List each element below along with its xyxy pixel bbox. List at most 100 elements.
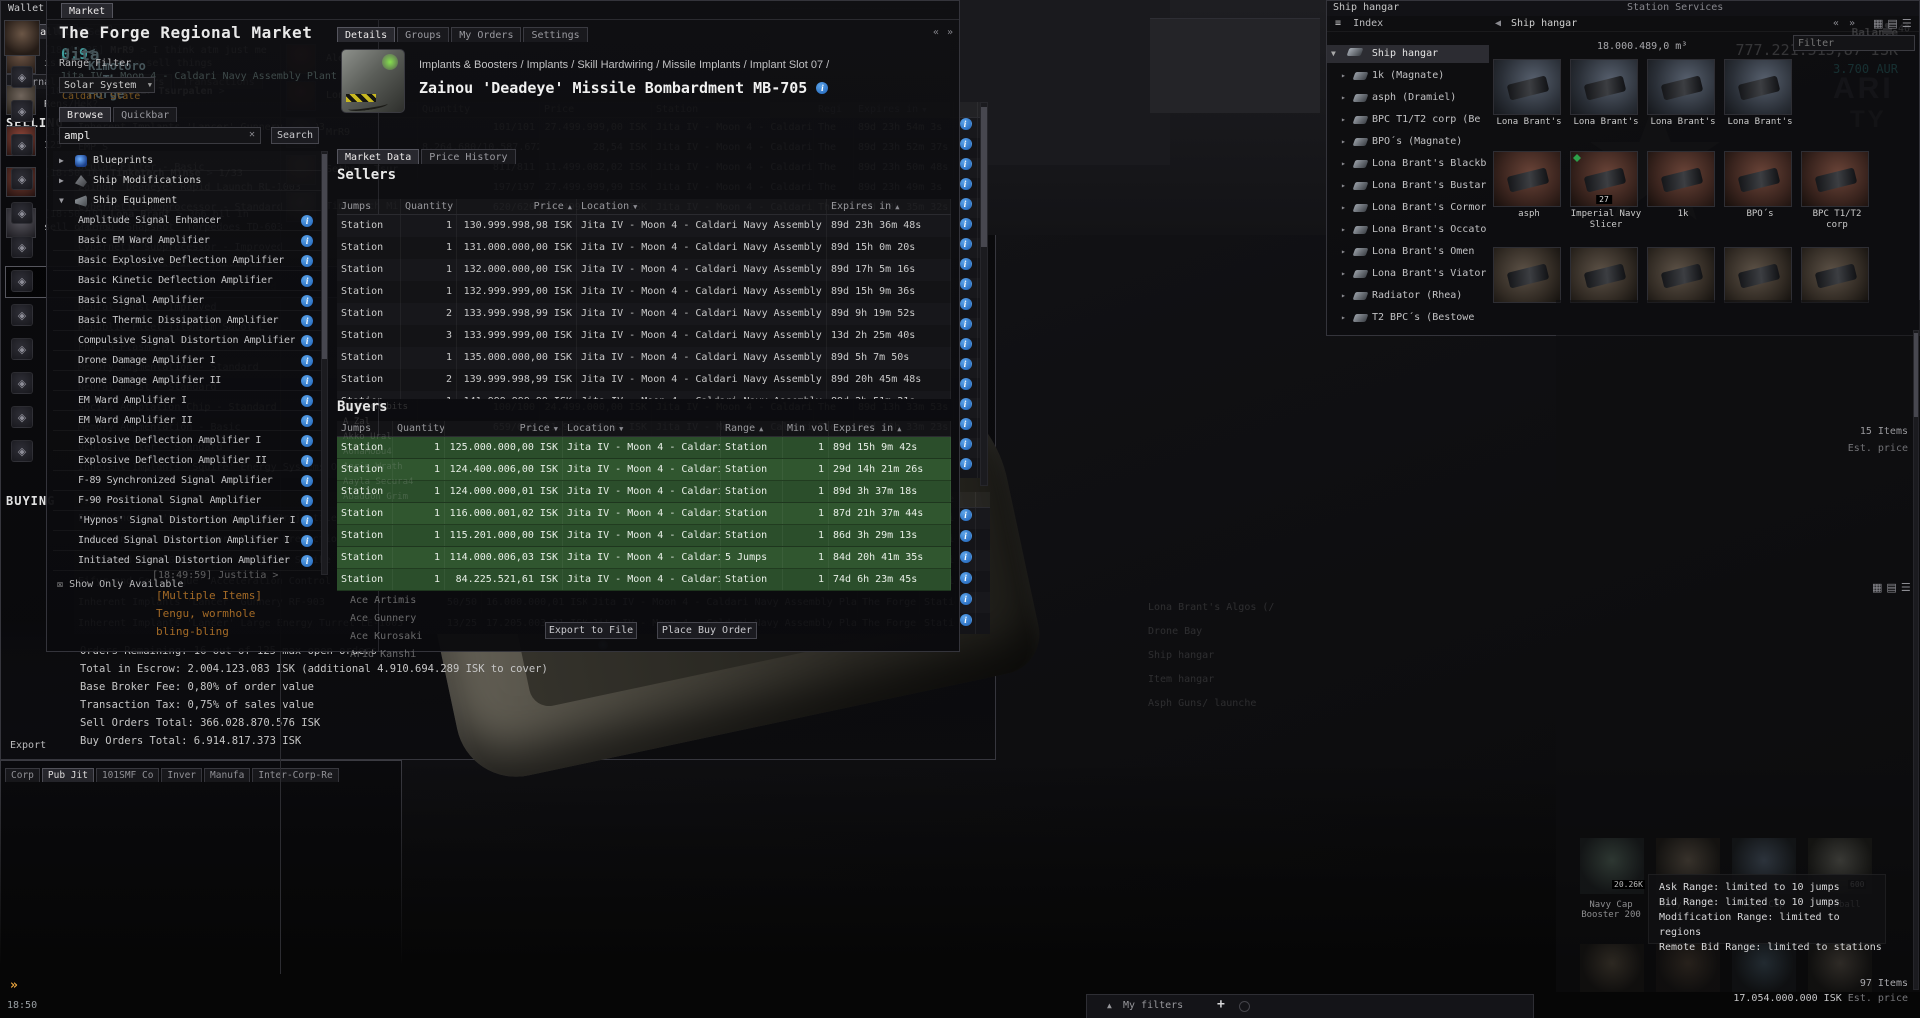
info-icon[interactable]: i <box>959 358 972 370</box>
tree-arrow-icon[interactable]: ▶ <box>59 151 64 171</box>
ship-thumbnail[interactable] <box>1570 247 1638 303</box>
info-icon[interactable]: i <box>301 535 313 547</box>
detail-tab[interactable]: Details <box>337 27 396 42</box>
character-portrait[interactable] <box>4 20 40 56</box>
info-icon[interactable]: i <box>301 275 313 287</box>
hangar-tree-item[interactable]: ▸ asph (Dramiel) <box>1327 87 1489 109</box>
market-tree-group[interactable]: ▶ Ship Modifications <box>53 171 321 191</box>
add-filter-button[interactable]: + <box>1217 997 1225 1012</box>
scrollbar-handle[interactable] <box>981 107 987 247</box>
collapsed-arrow-icon[interactable]: ▸ <box>1341 65 1346 87</box>
market-nav-tab[interactable]: Quickbar <box>113 107 178 122</box>
market-tree-item[interactable]: Drone Damage Amplifier I i <box>53 351 321 371</box>
ship-thumbnail[interactable] <box>1724 247 1792 303</box>
collapsed-arrow-icon[interactable]: ▸ <box>1341 109 1346 131</box>
info-icon[interactable]: i <box>959 138 972 150</box>
info-icon[interactable]: i <box>301 355 313 367</box>
info-icon[interactable]: i <box>301 335 313 347</box>
column-header[interactable]: Min vol <box>783 421 829 436</box>
market-tree-item[interactable]: Explosive Deflection Amplifier II i <box>53 451 321 471</box>
page-next-icon[interactable]: » <box>1849 16 1855 32</box>
market-nav-tab[interactable]: Browse <box>59 107 112 122</box>
export-to-file-button[interactable]: Export to File <box>545 622 637 639</box>
buy-order-row[interactable]: Station 1 125.000.000,00 ISK Jita IV - M… <box>337 437 951 459</box>
item-hangar-scrollbar[interactable] <box>1913 330 1919 990</box>
neocom-icon[interactable]: ◈ <box>11 270 33 292</box>
grid-view-icon[interactable]: ▦ <box>1872 581 1882 594</box>
sell-order-row[interactable]: Station 1 132.999.999,00 ISK Jita IV - M… <box>337 281 951 303</box>
column-header[interactable]: Expires in <box>829 421 951 436</box>
info-icon[interactable]: i <box>960 509 972 521</box>
market-tree-item[interactable]: Basic Kinetic Deflection Amplifier i <box>53 271 321 291</box>
chat-tab[interactable]: Pub Jit <box>41 768 94 782</box>
market-tree-item[interactable]: Basic Explosive Deflection Amplifier i <box>53 251 321 271</box>
detail-tab[interactable]: Settings <box>523 27 588 42</box>
buy-order-row[interactable]: Station 1 124.400.006,00 ISK Jita IV - M… <box>337 459 951 481</box>
info-icon[interactable]: i <box>960 572 972 584</box>
info-icon[interactable]: i <box>301 515 313 527</box>
tree-arrow-icon[interactable]: ▼ <box>59 191 64 211</box>
info-icon[interactable]: i <box>959 438 972 450</box>
info-icon[interactable]: i <box>301 295 313 307</box>
sell-order-row[interactable]: Station 1 141.999.999,99 ISK Jita IV - M… <box>337 391 951 399</box>
search-input[interactable] <box>59 127 261 144</box>
list-view-icon[interactable]: ▤ <box>1886 581 1896 594</box>
market-tree-item[interactable]: 'Hypnos' Signal Distortion Amplifier I i <box>53 511 321 531</box>
wallet-title[interactable]: Wallet <box>8 3 44 14</box>
info-icon[interactable]: i <box>301 255 313 267</box>
market-tree-item[interactable]: Compulsive Signal Distortion Amplifier I… <box>53 331 321 351</box>
collapsed-arrow-icon[interactable]: ▸ <box>1341 153 1346 175</box>
market-tree-item[interactable]: Amplitude Signal Enhancer i <box>53 211 321 231</box>
buy-order-row[interactable]: Station 1 116.000.001,02 ISK Jita IV - M… <box>337 503 951 525</box>
hangar-tree-item[interactable]: ▸ Lona Brant's Omen <box>1327 241 1489 263</box>
collapsed-arrow-icon[interactable]: ▸ <box>1341 197 1346 219</box>
info-icon[interactable]: i <box>959 298 972 310</box>
market-tree-item[interactable]: EM Ward Amplifier II i <box>53 411 321 431</box>
info-icon[interactable]: i <box>959 318 972 330</box>
hangar-tree-item[interactable]: ▸ Lona Brant's Bustar <box>1327 175 1489 197</box>
info-icon[interactable]: i <box>301 435 313 447</box>
column-header[interactable]: Price <box>445 421 563 436</box>
market-tree-item[interactable]: F-89 Synchronized Signal Amplifier i <box>53 471 321 491</box>
index-icon[interactable]: ≡ <box>1327 18 1341 29</box>
info-icon[interactable]: i <box>301 215 313 227</box>
hangar-tree-item[interactable]: ▸ Lona Brant's Viator <box>1327 263 1489 285</box>
neocom-icon[interactable]: ◈ <box>11 406 33 428</box>
market-data-tab[interactable]: Market Data <box>337 149 420 164</box>
info-icon[interactable]: i <box>301 555 313 567</box>
chat-tab[interactable]: 101SMF Co <box>95 768 160 782</box>
details-view-icon[interactable]: ☰ <box>1901 581 1911 594</box>
neocom-icon[interactable]: ◈ <box>11 168 33 190</box>
info-icon[interactable]: i <box>959 278 972 290</box>
info-icon[interactable]: i <box>301 455 313 467</box>
chat-tab[interactable]: Manufa <box>204 768 251 782</box>
info-icon[interactable]: i <box>959 178 972 190</box>
info-icon[interactable]: i <box>301 395 313 407</box>
column-header[interactable]: Expires in <box>827 199 951 214</box>
ship-thumbnail[interactable] <box>1493 247 1561 303</box>
market-tree-item[interactable]: Basic EM Ward Amplifier i <box>53 231 321 251</box>
clear-search-icon[interactable]: ✕ <box>249 129 255 140</box>
neocom-icon[interactable]: ◈ <box>11 372 33 394</box>
info-icon[interactable]: i <box>959 218 972 230</box>
tree-arrow-icon[interactable]: ▶ <box>59 171 64 191</box>
column-header[interactable]: Jumps <box>337 199 401 214</box>
column-header[interactable]: Range <box>721 421 783 436</box>
info-icon[interactable]: i <box>959 238 972 250</box>
info-icon[interactable]: i <box>960 530 972 542</box>
collapse-arrow-icon[interactable]: ▲ <box>1107 1001 1112 1010</box>
collapsed-arrow-icon[interactable]: ▸ <box>1341 87 1346 109</box>
back-icon[interactable]: ◀ <box>1495 16 1501 32</box>
hangar-tree-item[interactable]: ▸ T2 BPC´s (Bestowe <box>1327 307 1489 329</box>
market-tree-item[interactable]: Basic Signal Amplifier i <box>53 291 321 311</box>
buy-order-row[interactable]: Station 1 124.000.000,01 ISK Jita IV - M… <box>337 481 951 503</box>
selling-scrollbar[interactable] <box>980 102 988 486</box>
info-icon[interactable]: i <box>301 235 313 247</box>
filter-icon[interactable] <box>1239 1001 1250 1012</box>
info-icon[interactable]: i <box>959 398 972 410</box>
collapsed-arrow-icon[interactable]: ▸ <box>1341 307 1346 329</box>
neocom-icon[interactable]: ◈ <box>11 202 33 224</box>
detail-tab[interactable]: Groups <box>397 27 450 42</box>
market-tree-item[interactable]: Basic Thermic Dissipation Amplifier i <box>53 311 321 331</box>
sell-order-row[interactable]: Station 3 133.999.999,00 ISK Jita IV - M… <box>337 325 951 347</box>
